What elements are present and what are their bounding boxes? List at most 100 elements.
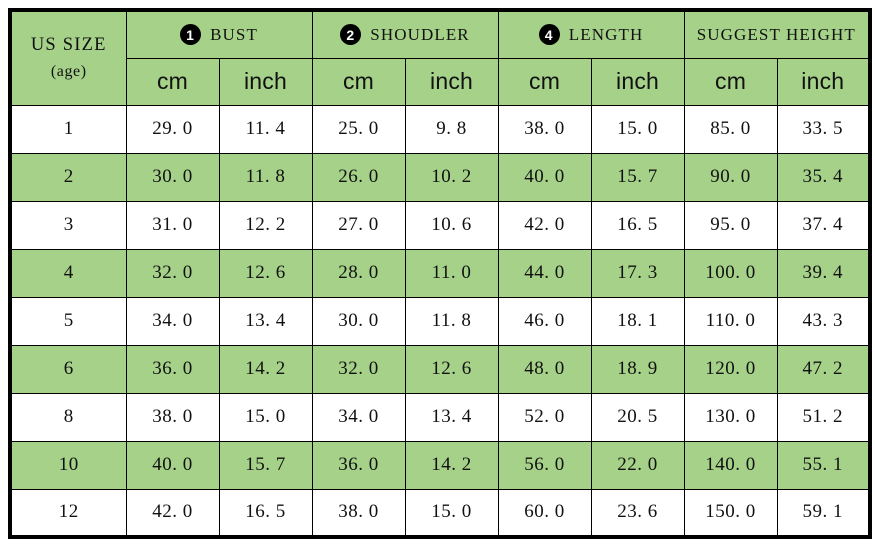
cell-measurement: 150. 0 [683, 488, 778, 538]
cell-measurement: 40. 0 [125, 440, 220, 490]
us-size-title: US SIZE [30, 35, 107, 56]
cell-measurement: 15. 7 [590, 152, 685, 202]
cell-measurement: 23. 6 [590, 488, 685, 538]
us-size-subtitle: (age) [50, 63, 87, 81]
cell-measurement: 30. 0 [125, 152, 220, 202]
cell-measurement: 44. 0 [497, 248, 592, 298]
cell-measurement: 140. 0 [683, 440, 778, 490]
group-header-row: US SIZE (age) 1 BUST 2 SHOUDLER 4 LENGTH… [9, 9, 871, 106]
cell-us-size: 1 [9, 104, 127, 154]
cell-measurement: 90. 0 [683, 152, 778, 202]
cell-measurement: 31. 0 [125, 200, 220, 250]
table-row: 1 29. 0 11. 4 25. 0 9. 8 38. 0 15. 0 85. 0 33. 5 [9, 104, 871, 154]
column-header-us-size: US SIZE (age) [9, 9, 127, 106]
column-header-suggest-height: SUGGEST HEIGHT [683, 9, 871, 59]
cell-measurement: 18. 1 [590, 296, 685, 346]
unit-header-row: cm inch cm inch cm inch cm inch [10, 57, 871, 106]
cell-measurement: 22. 0 [590, 440, 685, 490]
cell-measurement: 34. 0 [311, 392, 406, 442]
cell-measurement: 16. 5 [590, 200, 685, 250]
cell-measurement: 110. 0 [683, 296, 778, 346]
column-header-length: 4 LENGTH [497, 9, 685, 59]
cell-measurement: 15. 0 [218, 392, 313, 442]
cell-measurement: 32. 0 [125, 248, 220, 298]
shoulder-label: SHOUDLER [370, 25, 470, 45]
cell-measurement: 32. 0 [311, 344, 406, 394]
length-label: LENGTH [568, 25, 644, 45]
cell-measurement: 120. 0 [683, 344, 778, 394]
table-row: 10 40. 0 15. 7 36. 0 14. 2 56. 0 22. 0 140. 0 55… [9, 440, 871, 490]
table-body: 1 29. 0 11. 4 25. 0 9. 8 38. 0 15. 0 85. 0 33. 5… [9, 104, 871, 538]
cell-measurement: 46. 0 [497, 296, 592, 346]
cell-measurement: 11. 4 [218, 104, 313, 154]
cell-us-size: 6 [9, 344, 127, 394]
unit-header-height-inch: inch [776, 57, 871, 106]
cell-measurement: 11. 0 [404, 248, 499, 298]
table-header: US SIZE (age) 1 BUST 2 SHOUDLER 4 LENGTH… [9, 9, 871, 106]
cell-us-size: 4 [9, 248, 127, 298]
cell-measurement: 15. 0 [590, 104, 685, 154]
cell-measurement: 11. 8 [404, 296, 499, 346]
cell-measurement: 11. 8 [218, 152, 313, 202]
circled-number-2-icon: 2 [340, 24, 362, 46]
cell-us-size: 8 [9, 392, 127, 442]
cell-measurement: 47. 2 [776, 344, 871, 394]
cell-measurement: 13. 4 [404, 392, 499, 442]
unit-header-length-cm: cm [497, 57, 592, 106]
cell-measurement: 38. 0 [497, 104, 592, 154]
cell-measurement: 40. 0 [497, 152, 592, 202]
cell-measurement: 12. 6 [218, 248, 313, 298]
column-header-shoulder: 2 SHOUDLER [311, 9, 499, 59]
cell-measurement: 25. 0 [311, 104, 406, 154]
cell-measurement: 9. 8 [404, 104, 499, 154]
cell-measurement: 28. 0 [311, 248, 406, 298]
cell-measurement: 38. 0 [311, 488, 406, 538]
cell-measurement: 15. 7 [218, 440, 313, 490]
cell-measurement: 14. 2 [404, 440, 499, 490]
cell-measurement: 42. 0 [497, 200, 592, 250]
cell-measurement: 12. 6 [404, 344, 499, 394]
cell-us-size: 3 [9, 200, 127, 250]
cell-measurement: 14. 2 [218, 344, 313, 394]
size-chart-page: US SIZE (age) 1 BUST 2 SHOUDLER 4 LENGTH… [0, 0, 875, 544]
table-row: 8 38. 0 15. 0 34. 0 13. 4 52. 0 20. 5 130. 0 51.… [9, 392, 871, 442]
cell-measurement: 10. 2 [404, 152, 499, 202]
cell-measurement: 85. 0 [683, 104, 778, 154]
cell-measurement: 55. 1 [776, 440, 871, 490]
cell-measurement: 17. 3 [590, 248, 685, 298]
cell-measurement: 130. 0 [683, 392, 778, 442]
table-row: 3 31. 0 12. 2 27. 0 10. 6 42. 0 16. 5 95. 0 37. … [9, 200, 871, 250]
cell-measurement: 48. 0 [497, 344, 592, 394]
cell-measurement: 10. 6 [404, 200, 499, 250]
bust-label: BUST [210, 25, 258, 45]
cell-measurement: 27. 0 [311, 200, 406, 250]
cell-us-size: 2 [9, 152, 127, 202]
unit-header-shoulder-cm: cm [311, 57, 406, 106]
cell-measurement: 16. 5 [218, 488, 313, 538]
cell-measurement: 15. 0 [404, 488, 499, 538]
size-chart-table: US SIZE (age) 1 BUST 2 SHOUDLER 4 LENGTH… [8, 8, 873, 539]
cell-measurement: 95. 0 [683, 200, 778, 250]
cell-measurement: 33. 5 [776, 104, 871, 154]
cell-us-size: 5 [9, 296, 127, 346]
circled-number-4-icon: 4 [538, 24, 560, 46]
cell-measurement: 38. 0 [125, 392, 220, 442]
cell-measurement: 52. 0 [497, 392, 592, 442]
cell-measurement: 59. 1 [776, 488, 871, 538]
cell-measurement: 36. 0 [125, 344, 220, 394]
unit-header-height-cm: cm [683, 57, 778, 106]
cell-measurement: 43. 3 [776, 296, 871, 346]
table-row: 6 36. 0 14. 2 32. 0 12. 6 48. 0 18. 9 120. 0 47.… [9, 344, 871, 394]
column-header-bust: 1 BUST [125, 9, 313, 59]
cell-measurement: 20. 5 [590, 392, 685, 442]
cell-measurement: 51. 2 [776, 392, 871, 442]
cell-measurement: 34. 0 [125, 296, 220, 346]
cell-measurement: 37. 4 [776, 200, 871, 250]
cell-measurement: 18. 9 [590, 344, 685, 394]
cell-measurement: 13. 4 [218, 296, 313, 346]
cell-measurement: 39. 4 [776, 248, 871, 298]
cell-measurement: 35. 4 [776, 152, 871, 202]
suggest-height-label: SUGGEST HEIGHT [696, 25, 856, 45]
cell-measurement: 36. 0 [311, 440, 406, 490]
cell-measurement: 56. 0 [497, 440, 592, 490]
